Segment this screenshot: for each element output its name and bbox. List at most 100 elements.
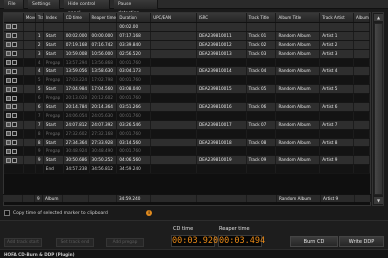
scroll-thumb[interactable] xyxy=(374,23,383,195)
cell-track-artist[interactable] xyxy=(320,165,355,174)
cell-album-artist[interactable] xyxy=(354,138,370,147)
cell-track-title[interactable]: Track 09 xyxy=(247,156,277,165)
cell-isrc[interactable]: DEA239810017 xyxy=(197,120,247,129)
table-row[interactable]: 9 Pregap 30:48.924 30:48.490 00:01.760 xyxy=(4,147,370,157)
header-isrc[interactable]: ISRC xyxy=(197,13,247,22)
cell-track-title[interactable] xyxy=(247,165,277,174)
cell-isrc[interactable] xyxy=(197,165,247,174)
cell-album-title[interactable]: Random Album xyxy=(276,49,321,58)
cell-upc[interactable] xyxy=(151,138,197,147)
header-duration[interactable]: Duration xyxy=(117,13,152,22)
row-icons[interactable] xyxy=(4,85,24,94)
table-row[interactable]: 5 Start 17:04.984 17:04.560 03:08.040 DEA2398… xyxy=(4,85,370,95)
table-row[interactable]: 5 Pregap 17:03.224 17:02.798 00:01.760 xyxy=(4,76,370,86)
cell-isrc[interactable] xyxy=(197,147,247,156)
cell-track-artist[interactable]: Artist 6 xyxy=(320,103,355,111)
cell-track-title[interactable] xyxy=(247,58,277,67)
cell-upc[interactable] xyxy=(151,111,197,120)
cell-album-title[interactable]: Random Album xyxy=(276,156,321,165)
row-icons[interactable] xyxy=(4,49,24,58)
row-icons[interactable] xyxy=(4,31,24,40)
row-icons[interactable] xyxy=(4,94,24,103)
edit-icon[interactable] xyxy=(12,95,17,101)
header-track[interactable]: Track xyxy=(36,13,44,22)
cell-upc[interactable] xyxy=(151,103,197,111)
burn-cd-button[interactable]: Burn CD xyxy=(290,236,338,247)
cell-track-title[interactable]: Track 08 xyxy=(247,138,277,147)
cell-album-title[interactable]: Random Album xyxy=(276,31,321,40)
cell-album-artist[interactable] xyxy=(354,31,370,40)
copy-checkbox[interactable] xyxy=(4,210,10,216)
lock-icon[interactable] xyxy=(6,86,11,92)
lock-icon[interactable] xyxy=(6,104,11,110)
cell-album-title[interactable] xyxy=(276,94,321,103)
lock-icon[interactable] xyxy=(6,33,11,39)
cell-track-artist[interactable] xyxy=(320,147,355,156)
lock-icon[interactable] xyxy=(6,131,11,137)
album-row-artist[interactable]: Artist 9 xyxy=(321,195,355,202)
cell-album-artist[interactable] xyxy=(354,103,370,111)
info-icon[interactable]: i xyxy=(146,210,152,216)
cell-album-title[interactable] xyxy=(276,147,321,156)
cell-track-title[interactable]: Track 04 xyxy=(247,67,277,76)
menu-file[interactable]: File xyxy=(4,0,24,9)
cell-isrc[interactable]: DEA239810018 xyxy=(197,138,247,147)
cell-upc[interactable] xyxy=(151,76,197,85)
cell-album-title[interactable] xyxy=(276,23,321,31)
cell-album-title[interactable]: Random Album xyxy=(276,40,321,49)
header-index[interactable]: Index xyxy=(44,13,64,22)
cell-upc[interactable] xyxy=(151,156,197,165)
cell-album-artist[interactable] xyxy=(354,23,370,31)
cell-album-artist[interactable] xyxy=(354,94,370,103)
table-row[interactable]: 4 Start 13:59.056 13:58.630 03:04.173 DEA2398… xyxy=(4,67,370,77)
row-icons[interactable] xyxy=(4,58,24,67)
write-ddp-button[interactable]: Write DDP xyxy=(339,236,384,247)
cell-track-artist[interactable] xyxy=(320,111,355,120)
table-row[interactable]: 7 Start 24:07.812 24:07.392 03:26.546 DEA2398… xyxy=(4,120,370,130)
row-icons[interactable] xyxy=(4,67,24,76)
menu-pause-detection[interactable]: Pause detection xyxy=(114,0,158,16)
cell-track-artist[interactable]: Artist 9 xyxy=(320,156,355,165)
edit-icon[interactable] xyxy=(12,77,17,83)
header-cd-time[interactable]: CD time xyxy=(64,13,90,22)
row-icons[interactable] xyxy=(4,156,24,165)
cell-album-artist[interactable] xyxy=(354,67,370,76)
row-icons[interactable] xyxy=(4,40,24,49)
copy-option[interactable]: Copy time of selected marker to clipboar… xyxy=(4,209,108,217)
table-row[interactable]: 00:02.00 xyxy=(4,23,370,32)
edit-icon[interactable] xyxy=(12,122,17,128)
cell-upc[interactable] xyxy=(151,94,197,103)
cell-isrc[interactable] xyxy=(197,23,247,31)
cell-isrc[interactable] xyxy=(197,111,247,120)
cell-track-title[interactable] xyxy=(247,76,277,85)
table-scrollbar[interactable]: ▲ ▼ xyxy=(372,12,384,206)
cell-track-artist[interactable] xyxy=(320,23,355,31)
cell-track-artist[interactable]: Artist 1 xyxy=(320,31,355,40)
cell-album-title[interactable] xyxy=(276,58,321,67)
cell-track-artist[interactable]: Artist 2 xyxy=(320,40,355,49)
scroll-down-icon[interactable]: ▼ xyxy=(374,197,383,204)
cell-isrc[interactable]: DEA239810015 xyxy=(197,85,247,94)
table-row[interactable]: 2 Start 07:19.168 07:16.742 03:39.840 DEA2398… xyxy=(4,40,370,50)
cell-isrc[interactable]: DEA239810013 xyxy=(197,49,247,58)
album-summary-row[interactable]: 9 Album 34:59.240 Random Album Artist 9 xyxy=(3,194,371,202)
edit-icon[interactable] xyxy=(12,68,17,74)
cell-upc[interactable] xyxy=(151,49,197,58)
album-row-album-artist[interactable] xyxy=(355,195,371,202)
cell-track-artist[interactable]: Artist 3 xyxy=(320,49,355,58)
lock-icon[interactable] xyxy=(6,122,11,128)
cell-track-artist[interactable] xyxy=(320,94,355,103)
header-move[interactable]: Move xyxy=(24,13,36,22)
cell-track-artist[interactable] xyxy=(320,76,355,85)
cell-track-title[interactable]: Track 02 xyxy=(247,40,277,49)
table-row[interactable]: 6 Pregap 20:13.028 20:12.602 00:01.760 xyxy=(4,94,370,104)
add-track-start-button[interactable]: Add track start xyxy=(4,238,42,247)
lock-icon[interactable] xyxy=(6,77,11,83)
cell-isrc[interactable]: DEA239810014 xyxy=(197,67,247,76)
cell-isrc[interactable] xyxy=(197,58,247,67)
row-icons[interactable] xyxy=(4,111,24,120)
lock-icon[interactable] xyxy=(6,140,11,146)
cell-track-artist[interactable] xyxy=(320,129,355,138)
cell-isrc[interactable]: DEA239810011 xyxy=(197,31,247,40)
cell-album-title[interactable]: Random Album xyxy=(276,85,321,94)
